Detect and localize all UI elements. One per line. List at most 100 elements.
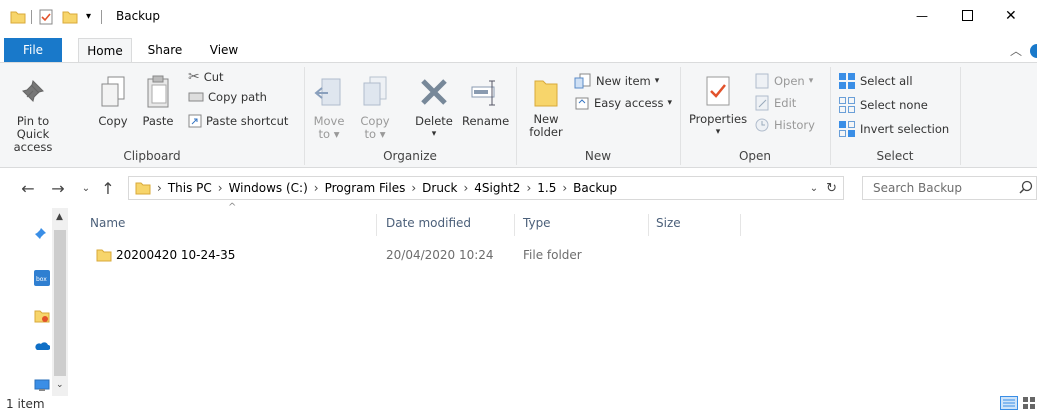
sort-ascending-icon: ^ (228, 202, 237, 213)
breadcrumb-program-files[interactable]: Program Files (325, 181, 406, 195)
details-view-icon[interactable] (1000, 396, 1018, 410)
scroll-up-arrow-icon[interactable]: ▲ (56, 212, 63, 222)
column-separator[interactable] (376, 214, 377, 236)
paste-button[interactable]: Paste (140, 75, 176, 128)
search-box[interactable] (862, 176, 1037, 200)
refresh-icon[interactable]: ↻ (826, 181, 837, 196)
tab-view[interactable]: View (202, 38, 246, 62)
invert-selection-button[interactable]: Invert selection (838, 119, 949, 139)
column-header-name[interactable]: Name (90, 216, 370, 236)
invert-selection-label: Invert selection (860, 122, 950, 136)
breadcrumb-windows-c[interactable]: Windows (C:) (229, 181, 308, 195)
copy-to-label-line2: to (364, 127, 377, 141)
back-arrow-icon[interactable]: ← (18, 178, 38, 198)
list-item[interactable]: 20200420 10-24-35 20/04/2020 10:24 File … (90, 244, 690, 266)
pin-to-quick-access-button[interactable]: Pin to Quick access (6, 75, 60, 154)
open-group-label: Open (738, 149, 772, 163)
select-none-button[interactable]: Select none (838, 95, 928, 115)
tab-home[interactable]: Home (78, 38, 132, 62)
edit-button[interactable]: Edit (754, 93, 796, 113)
new-folder-quick-access-icon[interactable] (62, 9, 78, 25)
folder-icon (96, 247, 112, 263)
copy-path-button[interactable]: Copy path (188, 87, 267, 107)
organize-group-label: Organize (383, 149, 437, 163)
breadcrumb-separator-icon[interactable]: › (218, 181, 223, 195)
move-to-button[interactable]: Move to ▾ (312, 75, 346, 141)
dropdown-icon: ▾ (667, 98, 673, 108)
up-arrow-icon[interactable]: ↑ (98, 178, 118, 198)
quick-access-pin-icon[interactable] (34, 226, 48, 240)
this-pc-icon[interactable] (34, 378, 50, 392)
breadcrumb-4sight2[interactable]: 4Sight2 (474, 181, 520, 195)
breadcrumb-separator-icon[interactable]: › (526, 181, 531, 195)
breadcrumb-this-pc[interactable]: This PC (168, 181, 212, 195)
delete-button[interactable]: Delete ▾ (412, 75, 456, 141)
breadcrumb-separator-icon[interactable]: › (411, 181, 416, 195)
scissors-icon: ✂ (188, 69, 200, 85)
delete-x-icon (419, 75, 449, 109)
history-button[interactable]: History (754, 115, 815, 135)
rename-button[interactable]: Rename (462, 75, 509, 128)
navigation-pane: box ▲ ⌄ (0, 208, 70, 398)
title-bar: ▾ Backup — ✕ (0, 0, 1037, 36)
easy-access-button[interactable]: Easy access ▾ (574, 93, 672, 113)
address-bar[interactable]: › This PC › Windows (C:) › Program Files… (128, 176, 844, 200)
column-header-size[interactable]: Size (656, 216, 736, 236)
address-history-chevron-icon[interactable]: ⌄ (810, 183, 818, 194)
select-all-button[interactable]: Select all (838, 71, 913, 91)
forward-arrow-icon[interactable]: → (48, 178, 68, 198)
invert-selection-icon (838, 120, 856, 138)
close-icon: ✕ (1005, 8, 1017, 24)
properties-quick-access-icon[interactable] (38, 9, 54, 25)
pin-icon (21, 77, 45, 107)
copy-to-button[interactable]: Copy to ▾ (358, 75, 392, 141)
breadcrumb-separator-icon[interactable]: › (562, 181, 567, 195)
column-header-date-modified[interactable]: Date modified (386, 216, 510, 236)
folder-icon (135, 180, 151, 196)
open-button[interactable]: Open ▾ (754, 71, 813, 91)
column-separator[interactable] (740, 214, 741, 236)
breadcrumb-separator-icon[interactable]: › (463, 181, 468, 195)
pin-label-line1: Pin to Quick (16, 114, 50, 141)
recent-locations-chevron-icon[interactable]: ⌄ (76, 178, 96, 198)
new-folder-button[interactable]: New folder (524, 75, 568, 139)
help-icon[interactable] (1030, 44, 1037, 58)
collapse-ribbon-icon[interactable]: ︿ (1010, 42, 1022, 59)
breadcrumb-1-5[interactable]: 1.5 (537, 181, 556, 195)
dropdown-icon: ▾ (654, 76, 660, 86)
easy-access-icon (574, 95, 590, 111)
column-separator[interactable] (514, 214, 515, 236)
edit-label: Edit (774, 96, 797, 110)
close-button[interactable]: ✕ (991, 0, 1037, 32)
nav-pane-scroll-thumb[interactable] (54, 230, 66, 376)
search-input[interactable] (863, 177, 1003, 199)
column-separator[interactable] (648, 214, 649, 236)
maximize-button[interactable] (945, 0, 991, 32)
copy-icon (99, 75, 127, 109)
select-none-icon (838, 96, 856, 114)
breadcrumb-separator-icon[interactable]: › (314, 181, 319, 195)
search-icon[interactable] (1019, 180, 1033, 194)
customize-quick-access-dropdown-icon[interactable]: ▾ (86, 11, 91, 22)
separator (101, 10, 102, 24)
clipboard-group-label: Clipboard (123, 149, 181, 163)
breadcrumb-backup[interactable]: Backup (573, 181, 617, 195)
large-icons-view-icon[interactable] (1022, 396, 1036, 410)
minimize-button[interactable]: — (899, 0, 945, 32)
paste-shortcut-button[interactable]: Paste shortcut (188, 111, 288, 131)
copy-button[interactable]: Copy (96, 75, 130, 128)
dropdown-icon: ▾ (808, 76, 814, 86)
new-item-button[interactable]: New item ▾ (574, 71, 659, 91)
breadcrumb-druck[interactable]: Druck (422, 181, 457, 195)
column-header-type[interactable]: Type (523, 216, 643, 236)
scroll-down-arrow-icon[interactable]: ⌄ (56, 380, 64, 390)
minimize-icon: — (916, 9, 928, 23)
tab-share[interactable]: Share (140, 38, 190, 62)
onedrive-cloud-icon[interactable] (34, 340, 50, 352)
tab-file[interactable]: File (4, 38, 62, 62)
maximize-icon (962, 10, 974, 22)
properties-button[interactable]: Properties ▾ (688, 75, 748, 139)
creative-cloud-files-icon[interactable] (34, 308, 50, 324)
cut-button[interactable]: ✂ Cut (188, 67, 224, 87)
box-drive-icon[interactable]: box (34, 270, 50, 286)
